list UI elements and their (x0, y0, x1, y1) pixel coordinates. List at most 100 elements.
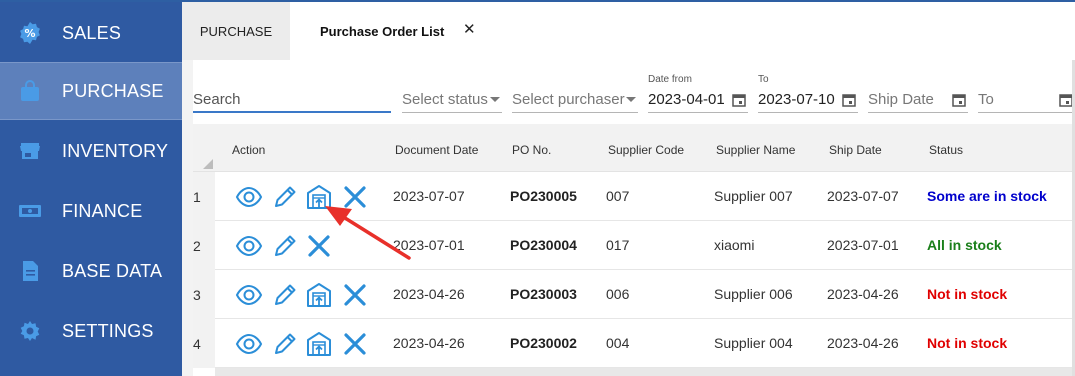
po-number-cell[interactable]: PO230003 (510, 286, 577, 302)
shopping-bag-icon (21, 80, 39, 101)
sidebar: % SALES PURCHASE INVENTORY FINANCE BASE … (0, 2, 182, 376)
table-row[interactable]: 3 2023-04-26 PO230003 006 Supplier 006 2… (193, 270, 1075, 319)
purchaser-select[interactable]: Select purchaser (512, 62, 638, 114)
supplier-name-cell: xiaomi (714, 237, 755, 253)
sidebar-item-label: PURCHASE (62, 80, 164, 101)
sidebar-item-label: INVENTORY (62, 140, 169, 161)
chevron-down-icon (490, 97, 500, 102)
warehouse-receive-icon[interactable] (305, 183, 333, 211)
sidebar-item-label: BASE DATA (62, 260, 163, 281)
ship-date-to-placeholder: To (978, 91, 994, 108)
ship-date-to-field[interactable]: To (978, 62, 1075, 114)
tab-close-button[interactable]: ✕ (463, 20, 476, 38)
close-x-icon[interactable] (341, 330, 369, 358)
search-input[interactable]: Search (193, 62, 391, 114)
supplier-code-cell: 017 (606, 237, 630, 253)
po-number-cell[interactable]: PO230005 (510, 188, 577, 204)
supplier-name-cell: Supplier 007 (714, 188, 793, 204)
table-row[interactable]: 4 2023-04-26 PO230002 004 Supplier 004 2… (193, 319, 1075, 368)
ship-date-placeholder: Ship Date (868, 91, 934, 108)
sidebar-item-label: FINANCE (62, 200, 143, 221)
tab-label: PURCHASE (199, 23, 273, 39)
tab-bar: PURCHASE Purchase Order List ✕ (182, 2, 1075, 60)
status-select[interactable]: Select status (402, 62, 502, 114)
search-placeholder: Search (193, 91, 241, 108)
ship-date-cell: 2023-07-07 (827, 188, 899, 204)
eye-icon[interactable] (235, 281, 263, 309)
calendar-icon[interactable] (842, 93, 856, 107)
header-status[interactable]: Status (929, 143, 963, 157)
horizontal-scrollbar[interactable] (215, 368, 1075, 376)
close-x-icon[interactable] (341, 281, 369, 309)
pencil-icon[interactable] (271, 232, 299, 260)
status-cell: Not in stock (927, 286, 1008, 302)
ship-date-cell: 2023-04-26 (827, 286, 899, 302)
supplier-name-cell: Supplier 006 (714, 286, 793, 302)
status-cell: Some are in stock (927, 188, 1047, 204)
warehouse-receive-icon[interactable] (305, 281, 333, 309)
ship-date-cell: 2023-04-26 (827, 335, 899, 351)
row-number: 3 (193, 270, 215, 319)
table-row[interactable]: 1 2023-07-07 PO230005 007 Supplier 007 2… (193, 172, 1075, 221)
sidebar-item-settings[interactable]: SETTINGS (0, 302, 182, 360)
date-from-field[interactable]: Date from 2023-04-01 (648, 62, 748, 114)
purchaser-placeholder: Select purchaser (512, 91, 625, 108)
calendar-icon[interactable] (1059, 93, 1073, 107)
warehouse-receive-icon[interactable] (305, 330, 333, 358)
sidebar-item-label: SALES (62, 22, 122, 43)
po-number-cell[interactable]: PO230004 (510, 237, 577, 253)
header-supplier-name[interactable]: Supplier Name (716, 143, 795, 157)
sales-badge-icon: % (20, 22, 40, 44)
supplier-code-cell: 007 (606, 188, 630, 204)
calendar-icon[interactable] (732, 93, 746, 107)
close-x-icon[interactable] (305, 232, 333, 260)
row-number: 4 (193, 319, 215, 368)
tab-purchase[interactable]: PURCHASE (182, 2, 290, 60)
sidebar-item-finance[interactable]: FINANCE (0, 182, 182, 240)
calendar-icon[interactable] (952, 93, 966, 107)
document-date-cell: 2023-07-07 (393, 188, 465, 204)
tab-purchase-order-list[interactable]: Purchase Order List (320, 24, 444, 39)
date-from-label: Date from (648, 74, 692, 85)
table-row[interactable]: 2 2023-07-01 PO230004 017 xiaomi 2023-07… (193, 221, 1075, 270)
document-date-cell: 2023-07-01 (393, 237, 465, 253)
eye-icon[interactable] (235, 330, 263, 358)
purchase-order-table: Action Document Date PO No. Supplier Cod… (193, 124, 1075, 376)
header-document-date[interactable]: Document Date (395, 143, 478, 157)
header-po-no[interactable]: PO No. (512, 143, 551, 157)
store-icon (20, 143, 40, 159)
po-number-cell[interactable]: PO230002 (510, 335, 577, 351)
pencil-icon[interactable] (271, 281, 299, 309)
pencil-icon[interactable] (271, 183, 299, 211)
supplier-code-cell: 006 (606, 286, 630, 302)
pencil-icon[interactable] (271, 330, 299, 358)
eye-icon[interactable] (235, 183, 263, 211)
status-cell: All in stock (927, 237, 1002, 253)
header-ship-date[interactable]: Ship Date (829, 143, 882, 157)
sidebar-item-purchase[interactable]: PURCHASE (0, 62, 182, 120)
row-number: 1 (193, 172, 215, 221)
date-to-field[interactable]: To 2023-07-10 (758, 62, 858, 114)
date-to-value: 2023-07-10 (758, 91, 835, 108)
header-action: Action (232, 143, 266, 157)
ship-date-field[interactable]: Ship Date (868, 62, 968, 114)
supplier-code-cell: 004 (606, 335, 630, 351)
gear-icon (20, 321, 40, 341)
sidebar-item-base-data[interactable]: BASE DATA (0, 242, 182, 300)
cash-icon (19, 205, 41, 217)
date-to-label: To (758, 74, 769, 85)
document-date-cell: 2023-04-26 (393, 286, 465, 302)
select-all-corner[interactable] (203, 159, 213, 169)
header-supplier-code[interactable]: Supplier Code (608, 143, 684, 157)
row-number: 2 (193, 221, 215, 270)
chevron-down-icon (626, 97, 636, 102)
sidebar-item-sales[interactable]: % SALES (0, 4, 182, 62)
status-placeholder: Select status (402, 91, 488, 108)
svg-text:%: % (24, 27, 35, 40)
close-x-icon[interactable] (341, 183, 369, 211)
eye-icon[interactable] (235, 232, 263, 260)
ship-date-cell: 2023-07-01 (827, 237, 899, 253)
sidebar-item-inventory[interactable]: INVENTORY (0, 122, 182, 180)
filter-bar: Search Select status Select purchaser Da… (193, 62, 1075, 120)
document-date-cell: 2023-04-26 (393, 335, 465, 351)
